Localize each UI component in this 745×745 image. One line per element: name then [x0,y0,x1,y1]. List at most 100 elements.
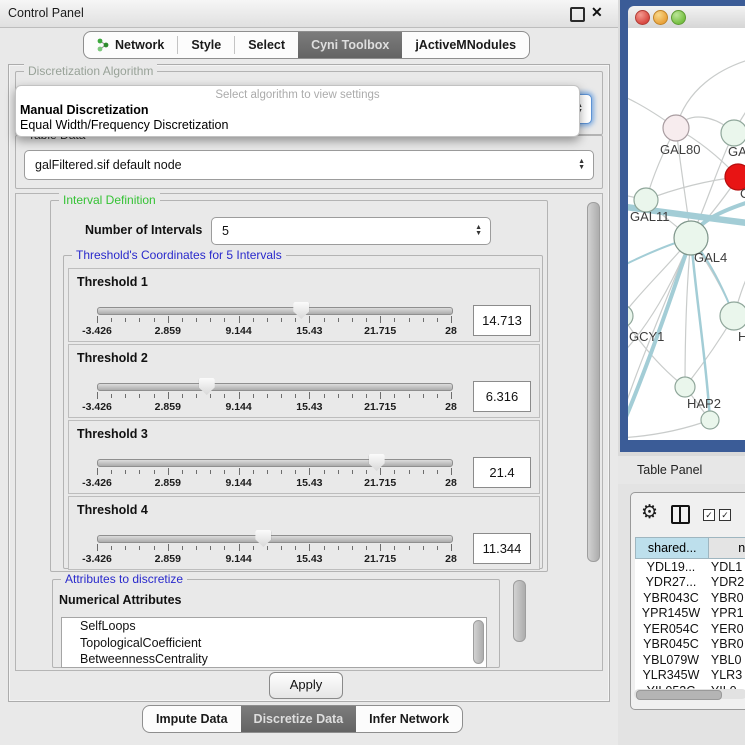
network-node-hap2[interactable] [675,377,695,397]
table-cell[interactable]: YER0 [707,621,745,637]
inner-scrollbar-thumb[interactable] [513,580,526,642]
table-cell[interactable]: YDL19... [635,559,707,575]
slider-handle[interactable] [369,454,385,471]
table-data-combobox[interactable]: galFiltered.sif default node ▲▼ [24,150,594,180]
tab-network[interactable]: Network [84,32,177,58]
threshold-value-field[interactable]: 21.4 [473,457,531,488]
table-hscroll-thumb[interactable] [636,690,722,700]
slider-tick [380,392,381,399]
network-node-gal80[interactable] [663,115,689,141]
tab-style[interactable]: Style [178,32,234,58]
table-cell[interactable]: YPR1 [707,606,745,622]
table-cell[interactable]: YLR3 [707,668,745,684]
slider-track[interactable] [97,459,453,467]
tab-jactivemnodules[interactable]: jActiveMNodules [402,32,529,58]
network-node-h[interactable] [720,302,745,330]
threshold-value-field[interactable]: 6.316 [473,381,531,412]
gear-icon[interactable]: ⚙ [641,501,658,523]
threshold-label: Threshold 1 [77,275,148,289]
threshold-panel-1: Threshold 1-3.4262.8599.14415.4321.71528… [68,268,540,342]
tab-select[interactable]: Select [235,32,298,58]
network-node[interactable] [701,411,719,429]
slider-tick [224,318,225,322]
column-layout-icon[interactable] [671,505,690,524]
table-cell[interactable]: YDR27... [635,575,707,591]
table-cell[interactable]: YDL1 [707,559,745,575]
slider-handle[interactable] [255,530,271,547]
select-all-checkbox-icon[interactable]: ✓ [703,509,715,521]
table-cell[interactable]: YBR0 [707,590,745,606]
slider-tick-label: 15.43 [296,401,322,413]
table-cell[interactable]: YBL0 [707,652,745,668]
slider-tick [168,468,169,475]
zoom-traffic-light-icon[interactable] [671,10,686,25]
network-edge[interactable] [685,238,691,387]
slider-track[interactable] [97,535,453,543]
close-icon[interactable]: ✕ [591,4,603,21]
close-traffic-light-icon[interactable] [635,10,650,25]
node-table-container: ⚙ ✓ ✓ shared...n YDL19...YDL1YDR27...YDR… [630,492,745,710]
tab-label: jActiveMNodules [415,38,516,52]
bottom-tab-discretize-data[interactable]: Discretize Data [241,706,357,732]
network-node-gcy1[interactable] [628,305,633,327]
algorithm-option-1[interactable]: Manual Discretization [20,103,570,117]
slider-tick [295,546,296,550]
table-row[interactable]: YPR145WYPR1 [635,606,745,622]
table-cell[interactable]: YDR2 [707,575,745,591]
deselect-all-checkbox-icon[interactable]: ✓ [719,509,731,521]
table-cell[interactable]: YBL079W [635,652,707,668]
table-row[interactable]: YDL19...YDL1 [635,559,745,575]
slider-tick [267,470,268,474]
tab-cyni-toolbox[interactable]: Cyni Toolbox [298,32,402,58]
float-window-icon[interactable] [570,7,585,22]
table-column-header[interactable]: shared... [635,537,709,559]
network-edge[interactable] [676,58,745,128]
settings-scrollbar-thumb[interactable] [587,202,600,562]
cyni-toolbox-panel: Discretization Algorithm ▲▼ Select algor… [8,64,610,702]
network-canvas[interactable]: GAL80GACGAL11GAL4GCY1HHAP2 [628,28,745,440]
bottom-tab-infer-network[interactable]: Infer Network [356,706,462,732]
attribute-list-item[interactable]: BetweennessCentrality [62,651,486,668]
threshold-value-field[interactable]: 14.713 [473,305,531,336]
attributes-group-title: Attributes to discretize [61,572,187,586]
attribute-list-item[interactable]: TopologicalCoefficient [62,635,486,652]
table-cell[interactable]: YBR043C [635,590,707,606]
table-cell[interactable]: YBR045C [635,637,707,653]
table-row[interactable]: YLR345WYLR3 [635,668,745,684]
table-cell[interactable]: YBR0 [707,637,745,653]
network-edge[interactable] [628,316,685,387]
table-row[interactable]: YBR043CYBR0 [635,590,745,606]
table-cell[interactable]: YER054C [635,621,707,637]
slider-tick [338,546,339,550]
threshold-value-field[interactable]: 11.344 [473,533,531,564]
numerical-attributes-list[interactable]: SelfLoopsTopologicalCoefficientBetweenne… [61,617,487,668]
table-row[interactable]: YER054CYER0 [635,621,745,637]
table-cell[interactable]: YLR345W [635,668,707,684]
slider-handle[interactable] [199,378,215,395]
attribute-list-item[interactable]: SelfLoops [62,618,486,635]
network-edge[interactable] [628,420,710,438]
slider-tick [139,318,140,322]
slider-track[interactable] [97,383,453,391]
minimize-traffic-light-icon[interactable] [653,10,668,25]
slider-tick [125,318,126,322]
algorithm-hint: Select algorithm to view settings [16,89,579,101]
bottom-tab-impute-data[interactable]: Impute Data [143,706,241,732]
slider-tick [352,318,353,322]
slider-handle[interactable] [293,302,309,319]
table-row[interactable]: YBL079WYBL0 [635,652,745,668]
table-row[interactable]: YBR045CYBR0 [635,637,745,653]
slider-track[interactable] [97,307,453,315]
table-row[interactable]: YDR27...YDR2 [635,575,745,591]
algorithm-option-2[interactable]: Equal Width/Frequency Discretization [20,118,570,132]
slider-tick-label: 2.859 [155,325,181,337]
slider-tick [196,546,197,550]
network-node-ga[interactable] [721,120,745,146]
number-of-intervals-combobox[interactable]: 5 ▲▼ [211,217,491,245]
apply-button[interactable]: Apply [269,672,343,699]
table-column-header[interactable]: n [709,537,745,559]
slider-tick [253,318,254,322]
table-cell[interactable]: YPR145W [635,606,707,622]
attributes-list-scrollbar-thumb[interactable] [473,620,484,664]
slider-tick [139,470,140,474]
